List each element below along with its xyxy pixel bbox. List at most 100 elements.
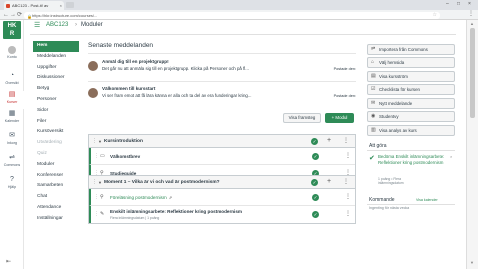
view-progress-button[interactable]: Visa framsteg bbox=[283, 113, 321, 123]
browser-menu-icon[interactable]: ⋮ bbox=[468, 11, 474, 18]
scroll-down-icon[interactable]: ▼ bbox=[470, 260, 474, 265]
todo-item-link[interactable]: Bedöma Enskilt inlämningsarbete: Reflekt… bbox=[378, 154, 452, 165]
course-nav-conferences[interactable]: Konferenser bbox=[33, 171, 79, 182]
course-nav-attendance[interactable]: Attendance bbox=[33, 203, 79, 214]
course-nav-chat[interactable]: Chat bbox=[33, 192, 79, 203]
collapse-caret-icon[interactable]: ▼ bbox=[98, 180, 102, 185]
new-tab-button[interactable] bbox=[66, 2, 74, 8]
course-nav-modules[interactable]: Moduler bbox=[33, 160, 79, 171]
courses-icon: ▤ bbox=[8, 91, 16, 98]
hamburger-menu-icon[interactable]: ☰ bbox=[34, 21, 40, 29]
choose-home-page-button[interactable]: ⌂ Välj hemsida bbox=[367, 57, 455, 68]
published-check-icon[interactable]: ✓ bbox=[312, 211, 319, 218]
module-header[interactable]: ⋮ ▼ Kursintroduktion ✓ + ⋮ bbox=[89, 135, 355, 148]
published-check-icon[interactable]: ✓ bbox=[312, 153, 319, 160]
drag-handle-icon[interactable]: ⋮ bbox=[92, 179, 97, 185]
course-nav-announcements[interactable]: Meddelanden bbox=[33, 52, 79, 63]
button-label: Visa kursström bbox=[379, 74, 408, 79]
course-nav-assignments[interactable]: Uppgifter bbox=[33, 63, 79, 74]
global-nav-label: Konto bbox=[7, 55, 17, 59]
course-nav-settings[interactable]: Inställningar bbox=[33, 214, 79, 225]
scrollbar-thumb[interactable] bbox=[470, 28, 475, 118]
hkr-logo[interactable]: HK R bbox=[3, 21, 21, 39]
announcement-date: Postade den: bbox=[333, 67, 356, 71]
breadcrumb-course-link[interactable]: ABC123 bbox=[46, 22, 68, 28]
drag-handle-icon[interactable]: ⋮ bbox=[94, 153, 99, 159]
item-menu-icon[interactable]: ⋮ bbox=[345, 152, 351, 160]
scroll-up-icon[interactable]: ▲ bbox=[470, 21, 474, 26]
global-nav-label: Översikt bbox=[5, 81, 19, 85]
announcement-title[interactable]: Välkommen till kursstart bbox=[102, 86, 155, 91]
forward-button[interactable]: → bbox=[10, 11, 16, 19]
course-nav-discussions[interactable]: Diskussioner bbox=[33, 73, 79, 84]
student-view-button[interactable]: ◉ Studentvy bbox=[367, 111, 455, 122]
drag-handle-icon[interactable]: ⋮ bbox=[92, 138, 97, 144]
module-item[interactable]: ⋮ ✎ Enskilt inlämningsarbete: Reflektion… bbox=[89, 206, 355, 223]
course-analytics-button[interactable]: ▥ Visa analys av kurs bbox=[367, 125, 455, 136]
maximize-button[interactable]: □ bbox=[457, 0, 460, 9]
course-setup-checklist-button[interactable]: ☑ Checklista för kursen bbox=[367, 84, 455, 95]
url-input[interactable]: 🔒 https://hkr.instructure.com/courses/..… bbox=[24, 11, 440, 19]
course-nav-outcomes[interactable]: Utvärdering bbox=[33, 138, 79, 149]
course-nav-syllabus[interactable]: Kursöversikt bbox=[33, 127, 79, 138]
global-nav-calendar[interactable]: ▦ Kalender bbox=[0, 110, 24, 128]
minimize-button[interactable]: – bbox=[446, 0, 449, 9]
new-announcement-button[interactable]: ✉ Nytt meddelande bbox=[367, 98, 455, 109]
analytics-icon: ▥ bbox=[371, 127, 376, 133]
announcement-date: Postade den: bbox=[333, 94, 356, 98]
browser-tab[interactable]: ABC123 - Post-it! av × bbox=[4, 1, 64, 10]
page-scrollbar[interactable]: ▲ ▼ bbox=[466, 20, 478, 269]
course-nav-quizzes[interactable]: Quiz bbox=[33, 149, 79, 160]
item-menu-icon[interactable]: ⋮ bbox=[345, 210, 351, 218]
item-menu-icon[interactable]: ⋮ bbox=[345, 193, 351, 201]
course-nav-files[interactable]: Filer bbox=[33, 117, 79, 128]
add-item-button[interactable]: + bbox=[327, 178, 331, 186]
drag-handle-icon[interactable]: ⋮ bbox=[94, 194, 99, 200]
favicon-icon bbox=[6, 4, 10, 8]
announcement-item[interactable]: Välkommen till kursstart Vi ser fram emo… bbox=[88, 82, 356, 108]
dashboard-icon: ◔ bbox=[9, 72, 15, 79]
announcement-title[interactable]: Anmäl dig till en projektgrupp! bbox=[102, 59, 169, 64]
drag-handle-icon[interactable]: ⋮ bbox=[94, 211, 99, 217]
global-nav-account[interactable]: Konto bbox=[0, 46, 24, 64]
global-nav-courses[interactable]: ▤ Kurser bbox=[0, 91, 24, 109]
close-window-button[interactable]: × bbox=[468, 0, 471, 9]
global-nav-help[interactable]: ? Hjälp bbox=[0, 176, 24, 194]
module-item[interactable]: ⋮ ⚲ Föreläsning postmodernism ⇗ ✓ ⋮ bbox=[89, 189, 355, 206]
module-item-title[interactable]: Enskilt inlämningsarbete: Reflektioner k… bbox=[110, 209, 242, 214]
module-menu-icon[interactable]: ⋮ bbox=[343, 178, 349, 186]
course-nav-pages[interactable]: Sidor bbox=[33, 106, 79, 117]
global-nav-dashboard[interactable]: ◔ Översikt bbox=[0, 72, 24, 90]
published-check-icon[interactable]: ✓ bbox=[311, 179, 318, 186]
course-nav-home[interactable]: Hem bbox=[33, 41, 79, 52]
close-tab-icon[interactable]: × bbox=[60, 1, 62, 10]
upcoming-heading: Kommande bbox=[369, 197, 395, 203]
published-check-icon[interactable]: ✓ bbox=[311, 138, 318, 145]
course-nav-people[interactable]: Personer bbox=[33, 95, 79, 106]
module-item-title[interactable]: Föreläsning postmodernism ⇗ bbox=[110, 195, 172, 200]
collapse-caret-icon[interactable]: ▼ bbox=[98, 139, 102, 144]
course-nav-grades[interactable]: Betyg bbox=[33, 84, 79, 95]
global-nav-commons[interactable]: ⇌ Commons bbox=[0, 154, 24, 172]
import-commons-button[interactable]: ⇌ Importera från Commons bbox=[367, 44, 455, 55]
module-menu-icon[interactable]: ⋮ bbox=[343, 137, 349, 145]
add-item-button[interactable]: + bbox=[327, 137, 331, 145]
module-item-title[interactable]: Välkomstbrev bbox=[110, 154, 140, 159]
back-button[interactable]: ← bbox=[3, 11, 9, 19]
global-nav-label: Commons bbox=[3, 163, 21, 167]
view-calendar-link[interactable]: Visa kalender bbox=[416, 198, 438, 202]
module-item-link-text[interactable]: Föreläsning postmodernism bbox=[110, 195, 167, 200]
add-module-button[interactable]: + Modul bbox=[325, 113, 354, 123]
published-check-icon[interactable]: ✓ bbox=[312, 194, 319, 201]
course-stream-button[interactable]: ▤ Visa kursström bbox=[367, 71, 455, 82]
dismiss-todo-icon[interactable]: × bbox=[450, 154, 452, 159]
collapse-nav-icon[interactable]: ⇤ bbox=[6, 258, 11, 265]
module-header[interactable]: ⋮ ▼ Moment 1 – Vilka är vi och vad är po… bbox=[89, 176, 355, 189]
course-nav-collaborations[interactable]: Samarbeten bbox=[33, 181, 79, 192]
bookmark-star-icon[interactable]: ☆ bbox=[433, 12, 437, 19]
global-nav-inbox[interactable]: ✉ Inkorg bbox=[0, 132, 24, 150]
button-label: Visa analys av kurs bbox=[379, 128, 417, 133]
reload-button[interactable]: ⟳ bbox=[17, 11, 22, 19]
announcement-item[interactable]: Anmäl dig till en projektgrupp! Det går … bbox=[88, 55, 356, 81]
module-item[interactable]: ⋮ ▭ Välkomstbrev ✓ ⋮ bbox=[89, 148, 355, 165]
